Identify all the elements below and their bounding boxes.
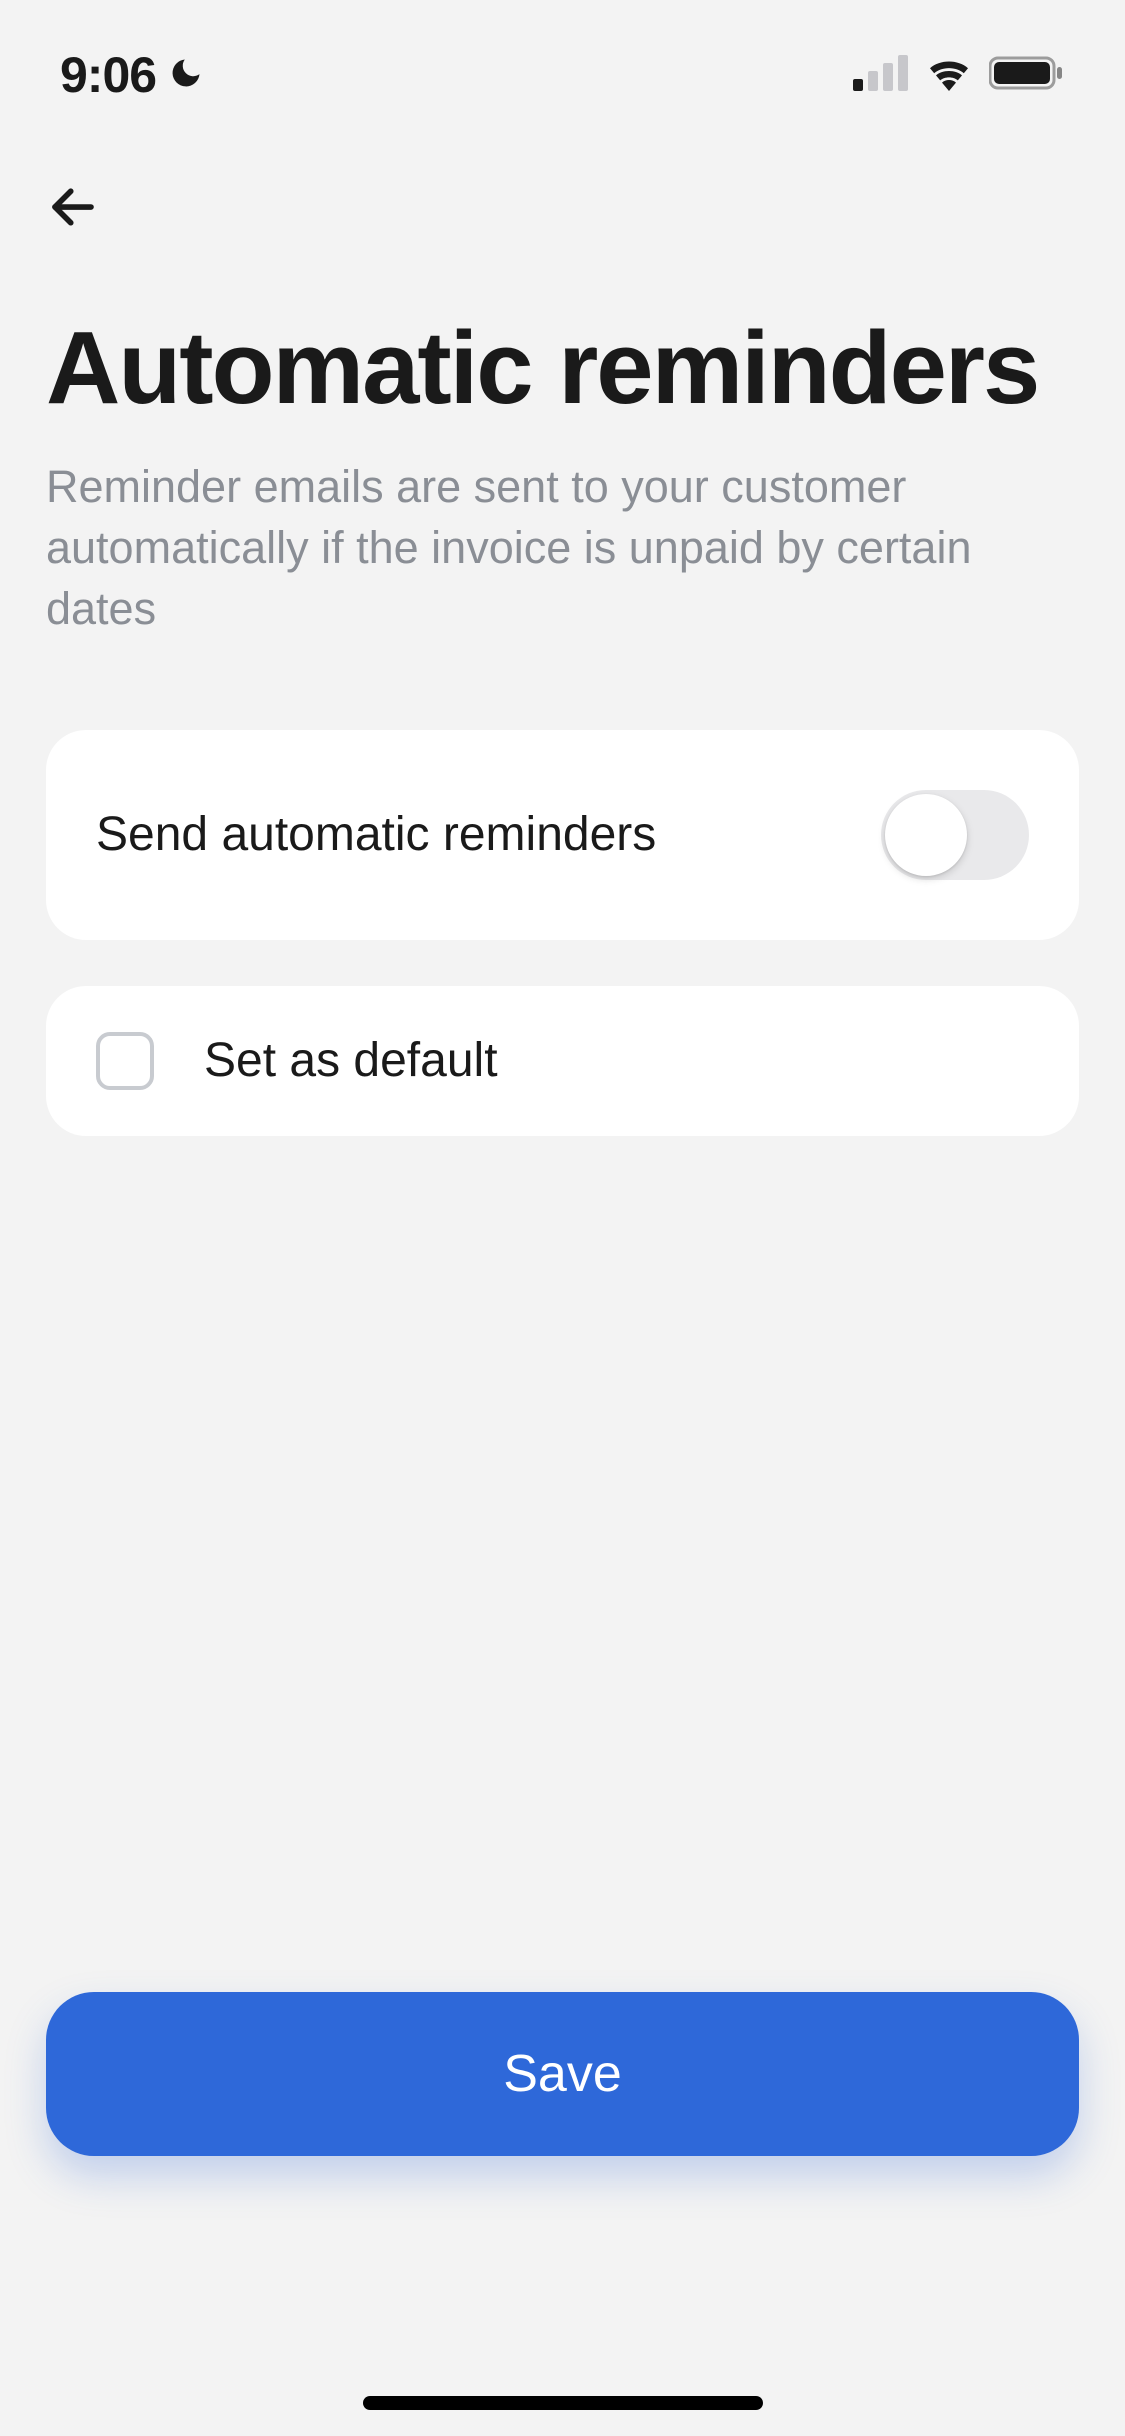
default-checkbox[interactable]	[96, 1032, 154, 1090]
moon-icon	[168, 55, 204, 96]
toggle-knob	[885, 794, 967, 876]
status-left: 9:06	[60, 46, 204, 104]
save-button[interactable]: Save	[46, 1992, 1079, 2156]
back-button[interactable]	[46, 180, 100, 239]
status-bar: 9:06	[0, 0, 1125, 130]
reminder-toggle-row: Send automatic reminders	[46, 730, 1079, 940]
default-checkbox-label: Set as default	[204, 1033, 498, 1088]
home-indicator[interactable]	[363, 2396, 763, 2410]
cellular-signal-icon	[853, 55, 909, 96]
page-subtitle: Reminder emails are sent to your custome…	[46, 457, 1079, 639]
page-title: Automatic reminders	[46, 309, 1079, 427]
reminder-toggle-card: Send automatic reminders	[46, 730, 1079, 940]
wifi-icon	[925, 55, 973, 96]
reminder-toggle-label: Send automatic reminders	[96, 807, 656, 862]
reminder-toggle-switch[interactable]	[881, 790, 1029, 880]
default-checkbox-card: Set as default	[46, 986, 1079, 1136]
default-checkbox-row: Set as default	[46, 986, 1079, 1136]
battery-icon	[989, 55, 1065, 96]
status-time: 9:06	[60, 46, 156, 104]
status-right	[853, 55, 1065, 96]
